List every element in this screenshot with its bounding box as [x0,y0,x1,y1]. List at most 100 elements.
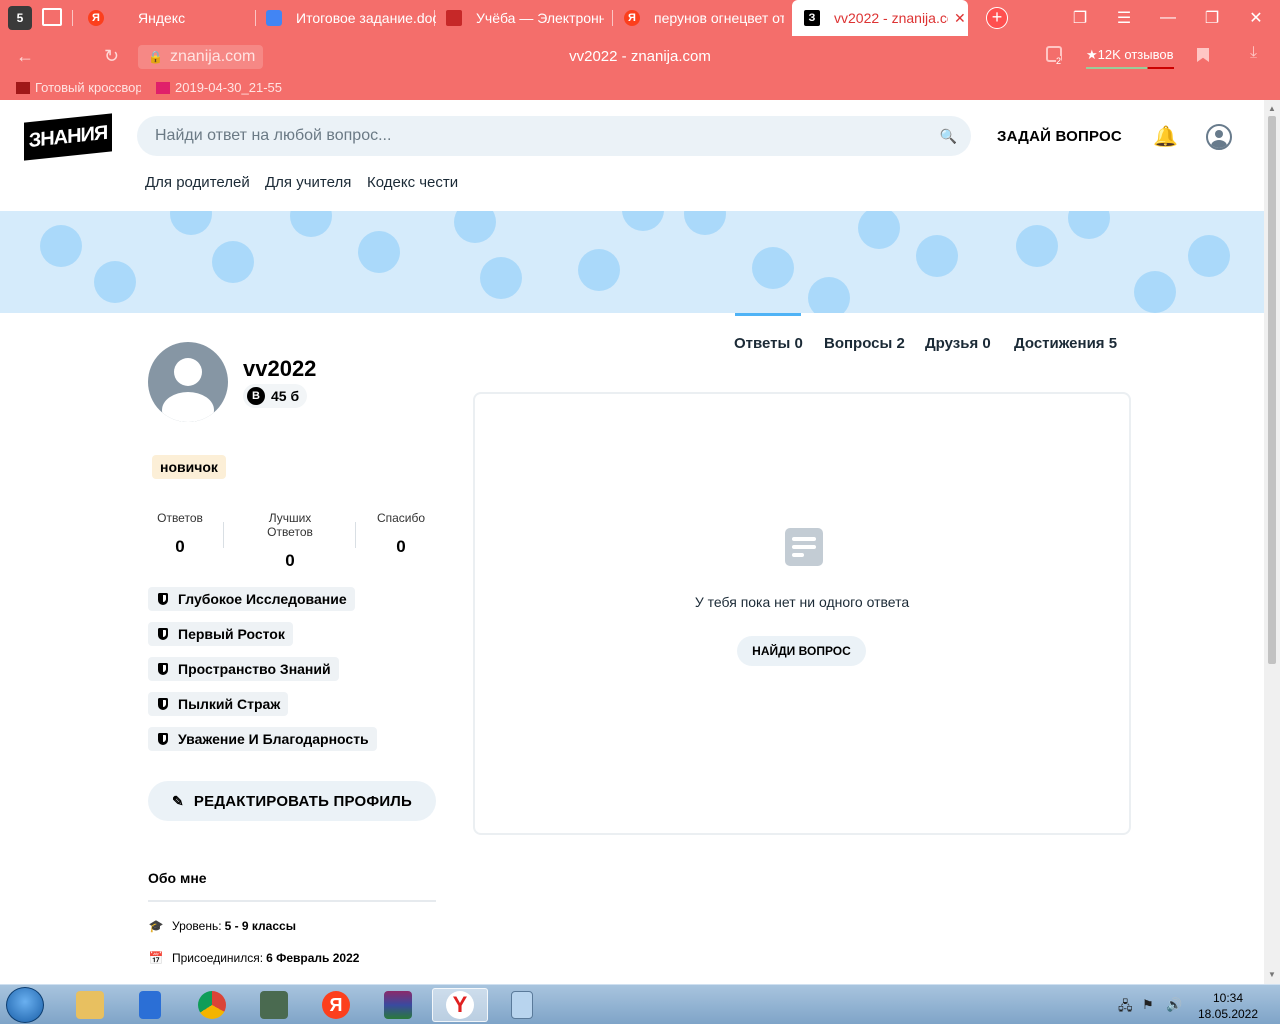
bell-icon[interactable]: 🔔 [1153,124,1178,149]
banner-dot [480,257,522,299]
taskbar-monitor[interactable] [246,988,302,1022]
bookmark-screenshot[interactable]: 2019-04-30_21-55 [156,80,282,95]
taskbar-calculator[interactable] [494,988,550,1022]
graduation-cap-icon: 🎓 [148,919,164,933]
close-window-icon[interactable]: ✕ [1234,0,1278,36]
taskbar-yandex[interactable]: Я [308,988,364,1022]
taskbar-docs[interactable] [122,988,178,1022]
banner-dot [916,235,958,277]
tab-znanija[interactable]: З vv2022 - znanija.com ✕ [792,0,968,36]
tab-label: Яндекс [138,10,186,26]
points-value: 45 б [271,388,300,404]
windows-taskbar: Я Y 🖧 ⚑ 🔊 10:34 18.05.2022 [0,984,1280,1024]
points-badge: B 45 б [243,384,308,408]
nav-honor-code[interactable]: Кодекс чести [367,174,458,191]
edit-profile-button[interactable]: ✎ РЕДАКТИРОВАТЬ ПРОФИЛЬ [148,781,436,821]
page-content: ЗНАНИЯ 🔍 ЗАДАЙ ВОПРОС 🔔 Для родителей Дл… [0,100,1264,984]
banner-dot [1188,235,1230,277]
chrome-icon [198,991,226,1019]
tab-answers[interactable]: Ответы 0 [734,335,803,352]
bookmarks-bar: Готовый кроссвор 2019-04-30_21-55 [0,76,1280,100]
badge-label: Глубокое Исследование [178,591,347,607]
tab-questions[interactable]: Вопросы 2 [824,335,905,352]
protect-icon[interactable]: 2 [1046,46,1062,66]
close-tab-icon[interactable]: ✕ [954,10,966,27]
flag-icon[interactable]: ⚑ [1142,997,1154,1013]
shield-icon [158,628,168,640]
tab-achievements[interactable]: Достижения 5 [1014,335,1117,352]
stat-divider [223,522,224,548]
banner-dot [170,211,212,235]
taskbar-chrome[interactable] [184,988,240,1022]
new-tab-panel-icon[interactable] [42,8,62,26]
avatar [148,342,228,422]
logo-text: ЗНАНИЯ [28,121,108,152]
level-value: 5 - 9 классы [224,919,296,933]
znanija-logo[interactable]: ЗНАНИЯ [24,113,112,161]
tab-perunov[interactable]: Я перунов огнецвет отз [624,0,784,36]
download-icon[interactable]: ⤓ [1250,44,1257,62]
new-tab-plus-icon[interactable]: + [986,7,1008,29]
reviews-button[interactable]: ★12K отзывов [1086,47,1174,69]
about-divider [148,900,436,902]
level-label: Уровень: [172,919,222,933]
active-tab-indicator [735,313,801,316]
badge-label: Первый Росток [178,626,285,642]
scrollbar-thumb[interactable] [1268,116,1276,664]
edit-profile-label: РЕДАКТИРОВАТЬ ПРОФИЛЬ [193,792,413,810]
clock-time: 10:34 [1212,991,1244,1005]
stat-label: Спасибо [376,511,426,525]
taskbar-yandex-browser[interactable]: Y [432,988,488,1022]
scroll-down-icon[interactable]: ▼ [1268,970,1276,979]
shield-icon [158,698,168,710]
nav-for-teachers[interactable]: Для учителя [265,174,351,191]
tab-counter-button[interactable]: 5 [8,6,32,30]
banner-dot [578,249,620,291]
nav-for-parents[interactable]: Для родителей [145,174,250,191]
minimize-icon[interactable]: — [1146,0,1190,36]
scroll-up-icon[interactable]: ▲ [1268,104,1276,113]
banner-dot [290,211,332,237]
clock-date: 18.05.2022 [1197,1007,1259,1021]
empty-state-message: У тебя пока нет ни одного ответа [694,594,910,610]
find-question-button[interactable]: НАЙДИ ВОПРОС [737,636,866,666]
tabs-menu-icon[interactable]: ❐ [1058,0,1102,36]
yandex-favicon-icon: Я [624,10,640,26]
banner-dot [454,211,496,243]
network-icon[interactable]: 🖧 [1118,997,1133,1019]
system-clock[interactable]: 10:34 18.05.2022 [1196,990,1260,1022]
badge-first-sprout[interactable]: Первый Росток [148,622,293,646]
badge-respect-gratitude[interactable]: Уважение И Благодарность [148,727,377,751]
stat-label: Лучших Ответов [267,511,313,539]
folder-icon [76,991,104,1019]
stat-value: 0 [175,537,185,556]
stat-value: 0 [285,551,295,570]
taskbar-explorer[interactable] [62,988,118,1022]
answers-panel: У тебя пока нет ни одного ответа НАЙДИ В… [473,392,1131,835]
profile-banner [0,211,1264,313]
restore-icon[interactable]: ❐ [1190,0,1234,36]
shield-icon [158,663,168,675]
start-button[interactable] [6,987,44,1023]
user-account-icon[interactable] [1206,124,1232,150]
bookmark-crossword[interactable]: Готовый кроссвор [16,80,141,95]
search-icon[interactable]: 🔍 [940,128,957,145]
tab-ucheba[interactable]: Учёба — Электронный [446,0,604,36]
tab-yandex[interactable]: Я Яндекс [88,0,258,36]
volume-icon[interactable]: 🔊 [1166,997,1182,1013]
tab-document[interactable]: Итоговое задание.doc [266,0,436,36]
taskbar-winrar[interactable] [370,988,426,1022]
badge-knowledge-space[interactable]: Пространство Знаний [148,657,339,681]
banner-dot [684,211,726,235]
banner-dot [622,211,664,231]
ask-question-button[interactable]: ЗАДАЙ ВОПРОС [997,128,1122,145]
doc-favicon-icon [266,10,282,26]
hamburger-menu-icon[interactable]: ☰ [1102,0,1146,36]
badge-deep-research[interactable]: Глубокое Исследование [148,587,355,611]
protect-count: 2 [1056,56,1062,66]
tab-friends[interactable]: Друзья 0 [925,335,991,352]
badge-label: Пылкий Страж [178,696,281,712]
badge-ardent-guardian[interactable]: Пылкий Страж [148,692,289,716]
search-input[interactable] [155,127,915,145]
page-scrollbar[interactable]: ▲ ▼ [1264,100,1280,984]
